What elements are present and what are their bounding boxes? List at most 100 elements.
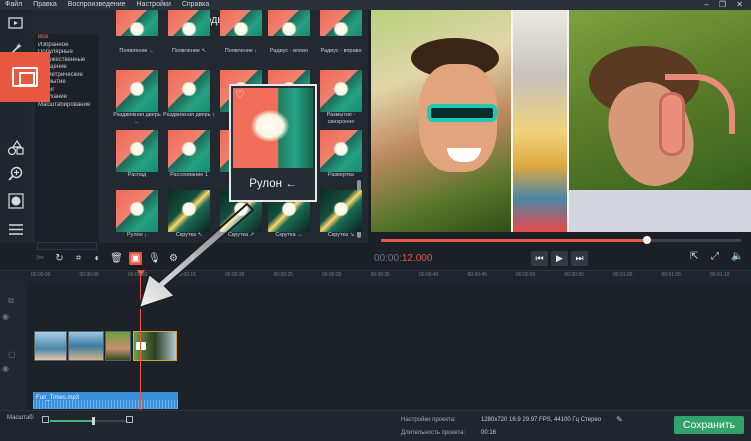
crop-icon[interactable]: ⌗ [72,252,85,265]
status-bar [0,410,751,441]
edit-settings-pencil-icon[interactable]: ✎ [616,415,623,424]
close-button[interactable]: ✕ [736,0,747,9]
preview-frame-right [569,10,751,232]
ruler-tick-label: 00:00:05 [79,272,99,278]
transition-tile-label: Радиус - влево [269,48,309,54]
preview-frame-left [371,10,511,232]
project-duration-value: 00:16 [481,430,497,436]
transition-tile-label: Раздвижная дверь ← [113,112,161,125]
tool-sidebar [0,10,31,243]
transition-tile[interactable] [168,130,210,172]
transition-tile-label: Распад [127,172,147,178]
favorite-heart-icon[interactable]: ♡ [235,88,245,101]
video-track-icon[interactable]: ▢ [8,350,16,359]
fullscreen-icon[interactable]: ⤢ [711,251,719,262]
transition-tile-label: Появление ↓ [224,48,258,54]
prev-frame-button[interactable]: ⏮ [531,251,548,266]
preview-transition-strip [511,10,569,232]
track-visibility-eye-icon[interactable]: ◉ [2,312,9,321]
transition-tile[interactable] [116,70,158,112]
transition-tile[interactable] [220,10,262,36]
seek-knob[interactable] [643,236,652,244]
zoom-in-icon[interactable] [126,416,133,423]
save-button[interactable]: Сохранить [674,416,744,434]
category-item[interactable]: Избранное [38,42,99,50]
audio-clip-label: Fun_Times.mp3 [36,395,80,401]
scale-label: Масштаб: [7,415,35,421]
video-clip[interactable] [68,331,104,361]
export-frame-icon[interactable]: ⇱ [690,251,698,262]
ruler-tick-label: 00:00:30 [322,272,342,278]
minimize-button[interactable]: – [704,0,712,9]
shapes-icon[interactable] [0,134,31,160]
play-button[interactable]: ▶ [551,251,568,266]
category-item[interactable]: Все [38,34,99,42]
zoom-icon[interactable] [0,160,31,186]
next-frame-button[interactable]: ⏭ [571,251,588,266]
menu-item-help[interactable]: Справка [182,0,209,10]
transition-tile[interactable] [320,190,362,232]
scale-slider-fill [50,420,93,422]
menu-item-playback[interactable]: Воспроизведение [68,0,126,10]
transition-preview-tooltip: ♡ Рулон ← [229,84,317,202]
project-settings-value: 1280x720 16:9 29.97 FPS, 44100 Гц Стерео [481,417,602,423]
transition-tile-label: Скрутка ↘ [327,232,355,238]
scale-slider-knob[interactable] [91,417,95,425]
ruler-tick-label: 00:00:35 [370,272,390,278]
maximize-button[interactable]: ❐ [719,0,730,9]
color-adjust-icon[interactable]: ◐ [91,252,104,265]
transition-tile-label: Радиус - вправо [320,48,362,54]
ruler-tick-label: 00:00:45 [467,272,487,278]
transition-tile[interactable] [116,10,158,36]
menu-item-settings[interactable]: Настройки [137,0,171,10]
ruler-tick-label: 00:00:50 [516,272,536,278]
transition-tile-label: Появление ← [119,48,155,54]
seek-bar-progress [381,239,648,242]
ruler-tick-label: 00:01:00 [613,272,633,278]
ruler-tick-label: 00:01:10 [710,272,730,278]
transition-tile[interactable] [168,70,210,112]
ruler-tick-label: 00:00:40 [419,272,439,278]
audio-waveform [33,400,178,409]
transition-tile[interactable] [268,10,310,36]
stabilize-icon[interactable] [0,188,31,214]
timecode: 00:00:12.000 [374,253,432,264]
transition-tile[interactable] [320,10,362,36]
cut-icon[interactable]: ✂ [34,252,47,265]
menu-item-edit[interactable]: Правка [33,0,57,10]
ruler-tick-label: 00:01:05 [661,272,681,278]
tooltip-label: Рулон ← [249,178,297,190]
video-clip[interactable] [105,331,131,361]
project-duration-label: Длительность проекта: [401,430,466,436]
rotate-icon[interactable]: ↻ [53,252,66,265]
tooltip-preview-image [233,88,313,168]
transition-tile[interactable] [116,130,158,172]
menu-item-file[interactable]: Файл [5,0,22,10]
video-clip[interactable] [34,331,67,361]
import-icon[interactable] [0,10,31,36]
ruler-tick-label: 00:00:25 [273,272,293,278]
overlay-track-icon[interactable]: ⧉ [8,296,14,306]
more-list-icon[interactable] [0,216,31,242]
transition-tile-label: Развертка [328,172,354,178]
delete-icon[interactable]: 🗑 [110,252,123,265]
transitions-icon [12,67,38,87]
transition-tile[interactable] [320,70,362,112]
transition-marker-icon[interactable] [136,342,146,350]
transitions-tool-button[interactable] [0,52,50,102]
transition-tile[interactable] [168,10,210,36]
ruler-tick-label: 00:00:00 [31,272,51,278]
category-item[interactable]: Масштабирование [38,102,99,110]
transition-tile-label: Раздвижная дверь ↕ [163,112,215,118]
category-search-input[interactable] [37,242,97,250]
track-visibility-eye-icon[interactable]: ◉ [2,364,9,373]
timecode-main: 00:00: [374,253,402,264]
transition-tile-label: Рассеивание 1 [170,172,208,178]
volume-icon[interactable]: 🔈 [731,251,743,262]
transition-tile-label: Размытие - синхронно [326,112,356,125]
transition-tile[interactable] [320,130,362,172]
ruler-tick-label: 00:00:55 [564,272,584,278]
zoom-out-icon[interactable] [42,416,49,423]
drag-arrow-icon [137,202,255,310]
project-settings-label: Настройки проекта: [401,417,456,423]
